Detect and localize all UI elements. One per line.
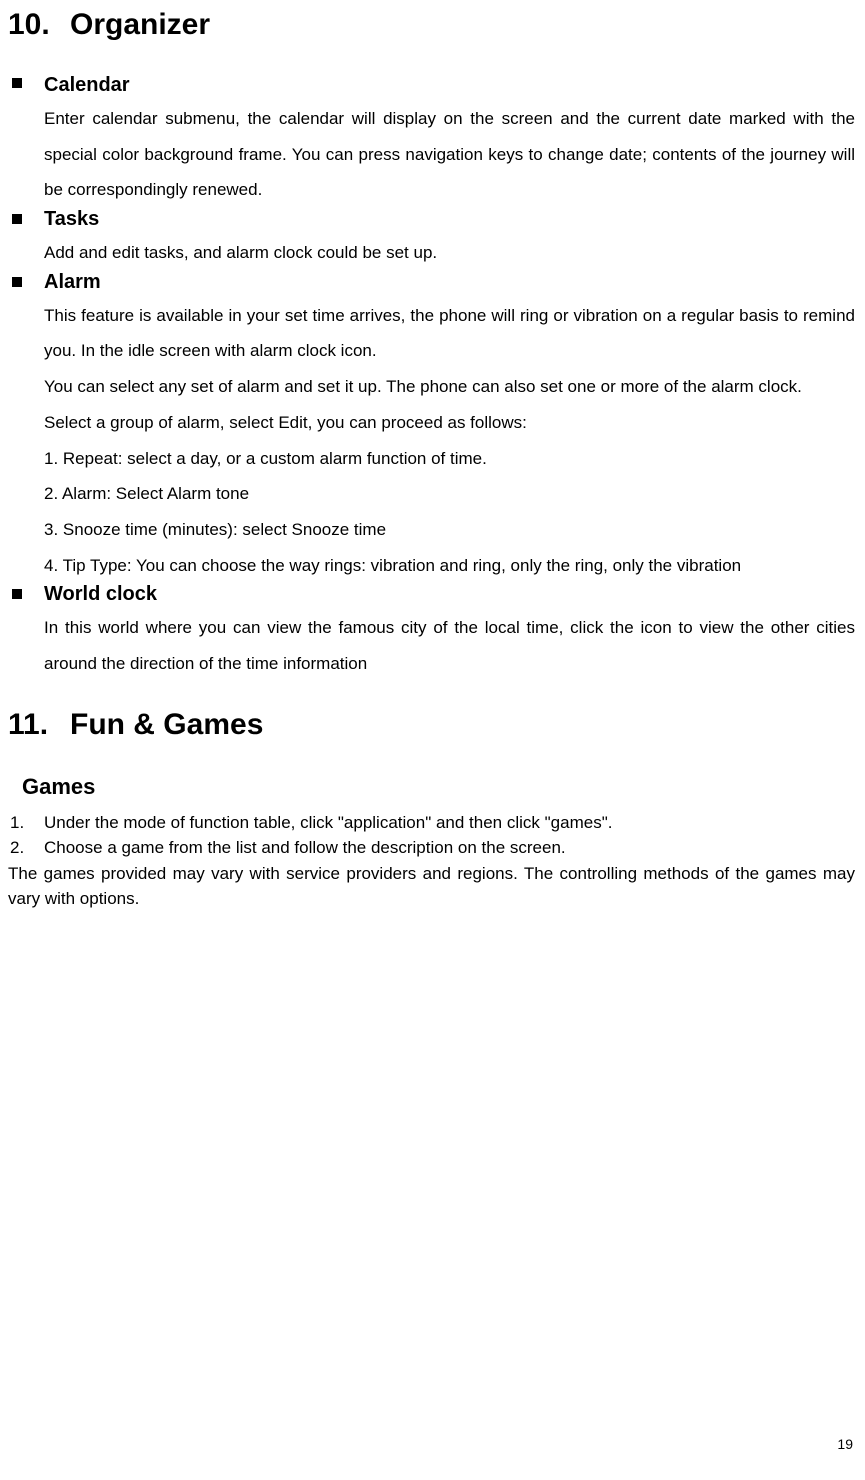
- section-10-number: 10.: [8, 8, 70, 42]
- games-footer: The games provided may vary with service…: [8, 861, 855, 912]
- alarm-body: This feature is available in your set ti…: [44, 298, 855, 584]
- games-item-2-num: 2.: [8, 835, 44, 861]
- bullet-square-icon: [8, 74, 44, 97]
- bullet-square-icon: [8, 583, 44, 606]
- games-item-1-text: Under the mode of function table, click …: [44, 810, 612, 836]
- tasks-heading: Tasks: [44, 208, 99, 231]
- calendar-heading: Calendar: [44, 74, 130, 97]
- alarm-p2: You can select any set of alarm and set …: [44, 369, 855, 405]
- section-10-heading: 10.Organizer: [8, 8, 855, 42]
- section-10-title: Organizer: [70, 8, 210, 41]
- section-11-heading: 11.Fun & Games: [8, 708, 855, 742]
- alarm-l3: 3. Snooze time (minutes): select Snooze …: [44, 512, 855, 548]
- alarm-bullet-row: Alarm: [8, 271, 855, 294]
- alarm-l2: 2. Alarm: Select Alarm tone: [44, 476, 855, 512]
- calendar-bullet-row: Calendar: [8, 74, 855, 97]
- section-11-title: Fun & Games: [70, 708, 263, 741]
- page-number: 19: [837, 1436, 853, 1452]
- alarm-p1: This feature is available in your set ti…: [44, 298, 855, 369]
- calendar-body: Enter calendar submenu, the calendar wil…: [44, 101, 855, 208]
- alarm-heading: Alarm: [44, 271, 101, 294]
- bullet-square-icon: [8, 271, 44, 294]
- bullet-square-icon: [8, 208, 44, 231]
- tasks-bullet-row: Tasks: [8, 208, 855, 231]
- alarm-l4: 4. Tip Type: You can choose the way ring…: [44, 548, 855, 584]
- games-item-1-num: 1.: [8, 810, 44, 836]
- alarm-l1: 1. Repeat: select a day, or a custom ala…: [44, 441, 855, 477]
- alarm-p3: Select a group of alarm, select Edit, yo…: [44, 405, 855, 441]
- games-numbered-list: 1. Under the mode of function table, cli…: [8, 810, 855, 861]
- tasks-body: Add and edit tasks, and alarm clock coul…: [44, 235, 855, 271]
- section-11-number: 11.: [8, 708, 70, 742]
- worldclock-heading: World clock: [44, 583, 157, 606]
- games-item-2: 2. Choose a game from the list and follo…: [8, 835, 855, 861]
- games-item-2-text: Choose a game from the list and follow t…: [44, 835, 566, 861]
- worldclock-body: In this world where you can view the fam…: [44, 610, 855, 681]
- worldclock-bullet-row: World clock: [8, 583, 855, 606]
- games-heading: Games: [22, 774, 855, 800]
- games-item-1: 1. Under the mode of function table, cli…: [8, 810, 855, 836]
